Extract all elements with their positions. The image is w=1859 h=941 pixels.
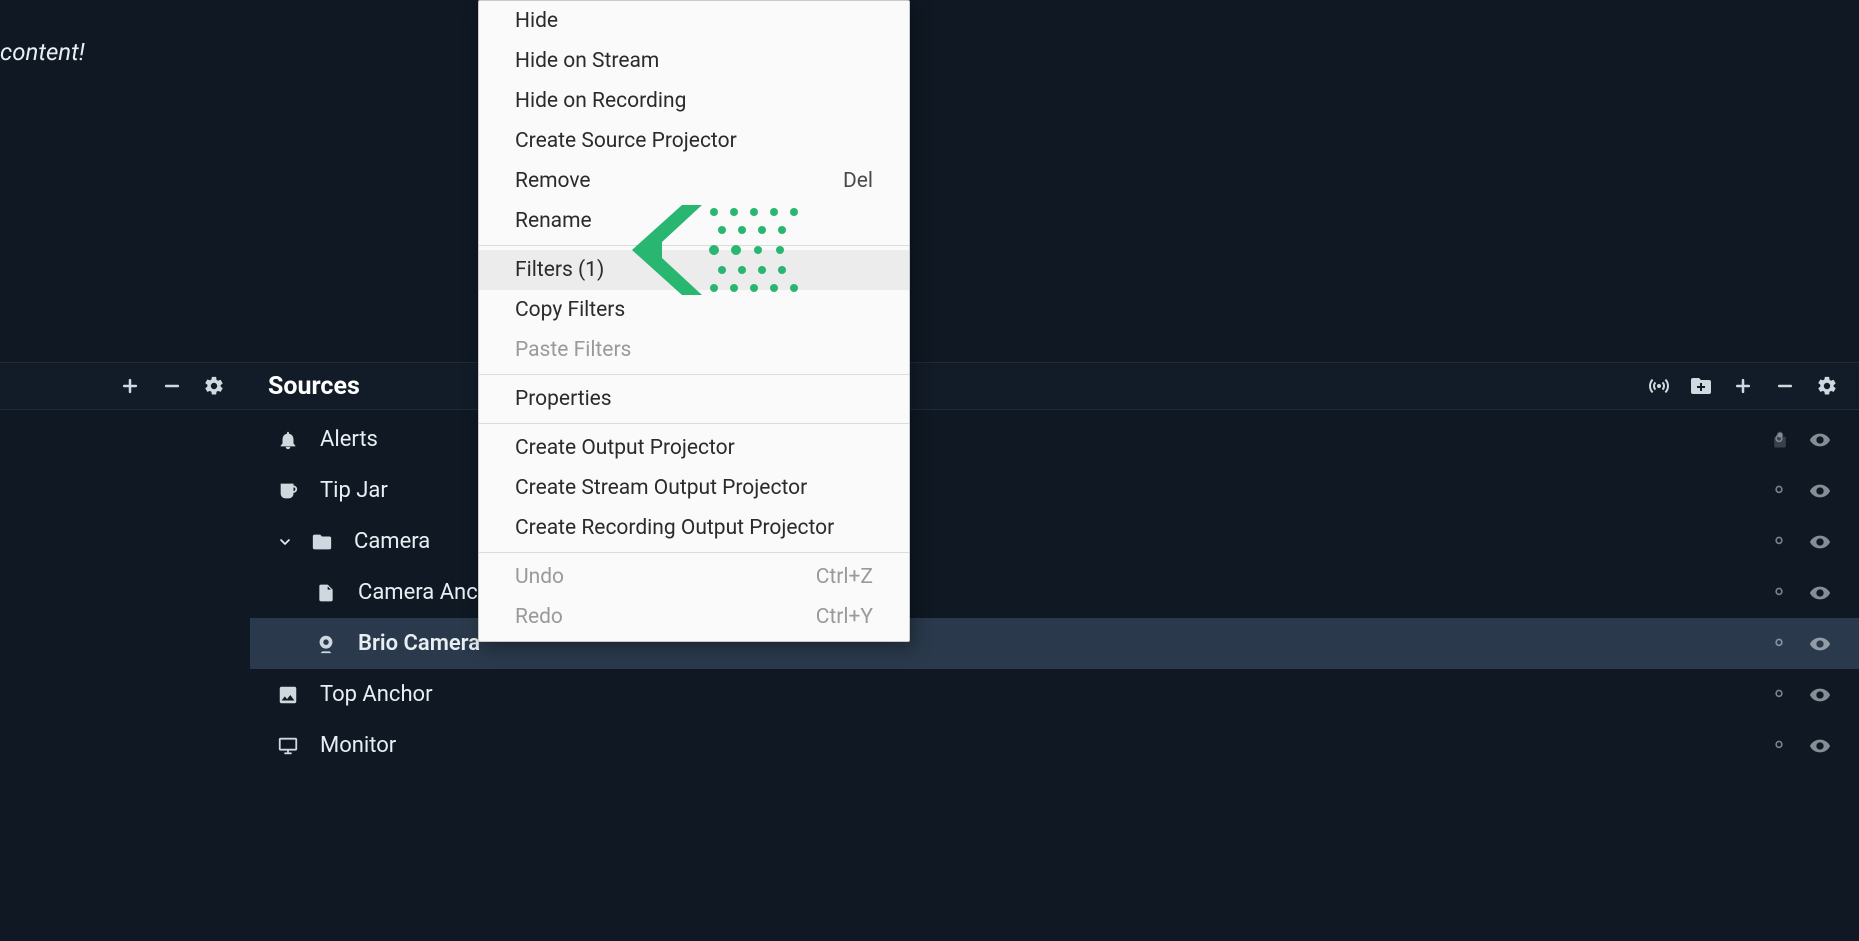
source-label: Camera xyxy=(354,529,430,554)
row-actions xyxy=(1769,735,1859,757)
webcam-icon xyxy=(314,632,338,656)
visibility-eye-icon[interactable] xyxy=(1809,531,1831,553)
source-label: Tip Jar xyxy=(320,478,388,503)
cup-icon xyxy=(276,479,300,503)
source-label: Alerts xyxy=(320,427,378,452)
source-label: Top Anchor xyxy=(320,682,433,707)
source-row-top-anchor[interactable]: Top Anchor xyxy=(250,669,1859,720)
menu-separator xyxy=(479,423,909,424)
menu-create-stream-output-projector[interactable]: Create Stream Output Projector xyxy=(479,468,909,508)
source-context-menu: Hide Hide on Stream Hide on Recording Cr… xyxy=(478,0,910,642)
chevron-down-icon[interactable] xyxy=(276,534,294,550)
lock-icon[interactable] xyxy=(1769,480,1791,502)
menu-label: Create Recording Output Projector xyxy=(515,516,834,540)
visibility-eye-icon[interactable] xyxy=(1809,582,1831,604)
row-actions xyxy=(1769,531,1859,553)
visibility-eye-icon[interactable] xyxy=(1809,684,1831,706)
visibility-eye-icon[interactable] xyxy=(1809,429,1831,451)
visibility-eye-icon[interactable] xyxy=(1809,633,1831,655)
menu-label: Redo xyxy=(515,605,563,629)
menu-label: Hide on Stream xyxy=(515,49,659,73)
lock-icon[interactable] xyxy=(1769,429,1791,451)
menu-label: Properties xyxy=(515,387,612,411)
menu-label: Rename xyxy=(515,209,592,233)
sources-panel-title: Sources xyxy=(268,372,360,401)
menu-create-recording-output-projector[interactable]: Create Recording Output Projector xyxy=(479,508,909,548)
row-actions xyxy=(1769,429,1859,451)
add-scene-icon[interactable] xyxy=(118,374,142,398)
menu-shortcut: Del xyxy=(843,169,873,193)
row-actions xyxy=(1769,480,1859,502)
bell-icon xyxy=(276,428,300,452)
folder-icon xyxy=(310,530,334,554)
source-label: Monitor xyxy=(320,733,396,758)
menu-separator xyxy=(479,374,909,375)
menu-shortcut: Ctrl+Z xyxy=(816,565,873,589)
lock-icon[interactable] xyxy=(1769,735,1791,757)
scenes-header-controls xyxy=(0,374,250,398)
content-fragment-text: content! xyxy=(0,38,85,66)
menu-hide[interactable]: Hide xyxy=(479,1,909,41)
lock-icon[interactable] xyxy=(1769,531,1791,553)
menu-shortcut: Ctrl+Y xyxy=(816,605,873,629)
menu-create-source-projector[interactable]: Create Source Projector xyxy=(479,121,909,161)
row-actions xyxy=(1769,582,1859,604)
panel-header-row: Sources xyxy=(0,362,1859,410)
row-actions xyxy=(1769,633,1859,655)
menu-label: Hide xyxy=(515,9,558,33)
remove-source-icon[interactable] xyxy=(1773,374,1797,398)
menu-separator xyxy=(479,245,909,246)
menu-redo: Redo Ctrl+Y xyxy=(479,597,909,637)
image-icon xyxy=(276,683,300,707)
menu-undo: Undo Ctrl+Z xyxy=(479,557,909,597)
menu-separator xyxy=(479,552,909,553)
menu-copy-filters[interactable]: Copy Filters xyxy=(479,290,909,330)
menu-rename[interactable]: Rename xyxy=(479,201,909,241)
menu-remove[interactable]: Remove Del xyxy=(479,161,909,201)
lock-icon[interactable] xyxy=(1769,582,1791,604)
scene-settings-gear-icon[interactable] xyxy=(202,374,226,398)
sources-header-controls xyxy=(1647,374,1859,398)
add-source-icon[interactable] xyxy=(1731,374,1755,398)
menu-label: Undo xyxy=(515,565,564,589)
lock-icon[interactable] xyxy=(1769,684,1791,706)
menu-hide-on-stream[interactable]: Hide on Stream xyxy=(479,41,909,81)
sources-settings-gear-icon[interactable] xyxy=(1815,374,1839,398)
monitor-icon xyxy=(276,734,300,758)
menu-label: Remove xyxy=(515,169,591,193)
menu-label: Copy Filters xyxy=(515,298,625,322)
menu-label: Create Output Projector xyxy=(515,436,735,460)
menu-paste-filters: Paste Filters xyxy=(479,330,909,370)
source-label: Brio Camera xyxy=(358,631,480,656)
menu-label: Filters (1) xyxy=(515,258,604,282)
menu-filters[interactable]: Filters (1) xyxy=(479,250,909,290)
menu-label: Hide on Recording xyxy=(515,89,686,113)
remove-scene-icon[interactable] xyxy=(160,374,184,398)
menu-label: Paste Filters xyxy=(515,338,631,362)
visibility-eye-icon[interactable] xyxy=(1809,480,1831,502)
menu-label: Create Stream Output Projector xyxy=(515,476,807,500)
row-actions xyxy=(1769,684,1859,706)
source-row-monitor[interactable]: Monitor xyxy=(250,720,1859,771)
visibility-eye-icon[interactable] xyxy=(1809,735,1831,757)
menu-create-output-projector[interactable]: Create Output Projector xyxy=(479,428,909,468)
add-folder-icon[interactable] xyxy=(1689,374,1713,398)
file-icon xyxy=(314,581,338,605)
lock-icon[interactable] xyxy=(1769,633,1791,655)
stream-output-icon[interactable] xyxy=(1647,374,1671,398)
menu-hide-on-recording[interactable]: Hide on Recording xyxy=(479,81,909,121)
menu-properties[interactable]: Properties xyxy=(479,379,909,419)
menu-label: Create Source Projector xyxy=(515,129,737,153)
